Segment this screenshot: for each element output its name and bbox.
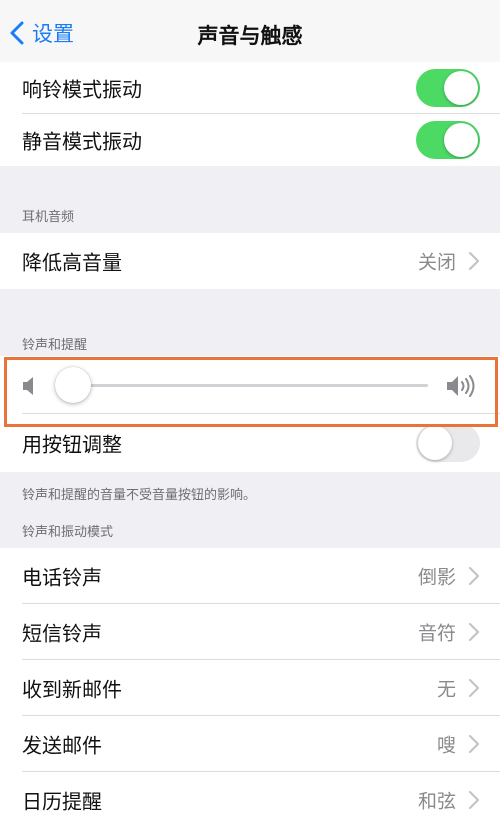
chevron-right-icon bbox=[468, 251, 480, 271]
pattern-row-label: 电话铃声 bbox=[22, 565, 102, 590]
change-with-buttons-label: 用按钮调整 bbox=[22, 432, 122, 457]
patterns-section-header: 铃声和振动模式 bbox=[22, 525, 114, 540]
toggle-knob bbox=[444, 123, 478, 157]
volume-highlight-box bbox=[4, 357, 498, 427]
page-title: 声音与触感 bbox=[197, 24, 303, 48]
pattern-row-label: 日历提醒 bbox=[22, 789, 102, 814]
silent-vibrate-row: 静音模式振动 bbox=[0, 114, 500, 166]
pattern-row[interactable]: 收到新邮件 无 bbox=[0, 660, 500, 716]
pattern-row-label: 收到新邮件 bbox=[22, 677, 122, 702]
pattern-row[interactable]: 电话铃声 倒影 bbox=[0, 548, 500, 604]
vibration-group: 响铃模式振动 静音模式振动 bbox=[0, 62, 500, 166]
ring-vibrate-toggle[interactable] bbox=[416, 69, 480, 107]
ring-vibrate-label: 响铃模式振动 bbox=[22, 77, 142, 102]
pattern-row[interactable]: 发送邮件 嗖 bbox=[0, 716, 500, 772]
toggle-knob bbox=[418, 426, 452, 460]
pattern-row-value: 嗖 bbox=[436, 734, 456, 757]
ring-vibrate-row: 响铃模式振动 bbox=[0, 62, 500, 114]
silent-vibrate-label: 静音模式振动 bbox=[22, 129, 142, 154]
toggle-knob bbox=[444, 71, 478, 105]
pattern-row-label: 发送邮件 bbox=[22, 733, 102, 758]
ringer-footnote: 铃声和提醒的音量不受音量按钮的影响。 bbox=[22, 488, 257, 503]
pattern-row-value: 倒影 bbox=[417, 566, 456, 589]
silent-vibrate-toggle[interactable] bbox=[416, 121, 480, 159]
headphone-section-header: 耳机音频 bbox=[22, 210, 75, 225]
reduce-loud-audio-label: 降低高音量 bbox=[22, 250, 122, 275]
headphone-group: 降低高音量 关闭 bbox=[0, 233, 500, 289]
pattern-row-value: 音符 bbox=[417, 622, 456, 645]
chevron-right-icon bbox=[468, 622, 480, 642]
reduce-loud-audio-row[interactable]: 降低高音量 关闭 bbox=[0, 233, 500, 289]
reduce-loud-audio-value: 关闭 bbox=[417, 251, 456, 274]
pattern-row[interactable]: 短信铃声 音符 bbox=[0, 604, 500, 660]
change-with-buttons-toggle[interactable] bbox=[416, 424, 480, 462]
pattern-row-value: 无 bbox=[436, 678, 456, 701]
navigation-bar: 设置 声音与触感 bbox=[0, 0, 500, 62]
pattern-row-label: 短信铃声 bbox=[22, 621, 102, 646]
watermark-logo bbox=[375, 775, 495, 823]
ringer-section-header: 铃声和提醒 bbox=[22, 338, 88, 353]
chevron-right-icon bbox=[468, 734, 480, 754]
chevron-right-icon bbox=[468, 678, 480, 698]
chevron-right-icon bbox=[468, 566, 480, 586]
